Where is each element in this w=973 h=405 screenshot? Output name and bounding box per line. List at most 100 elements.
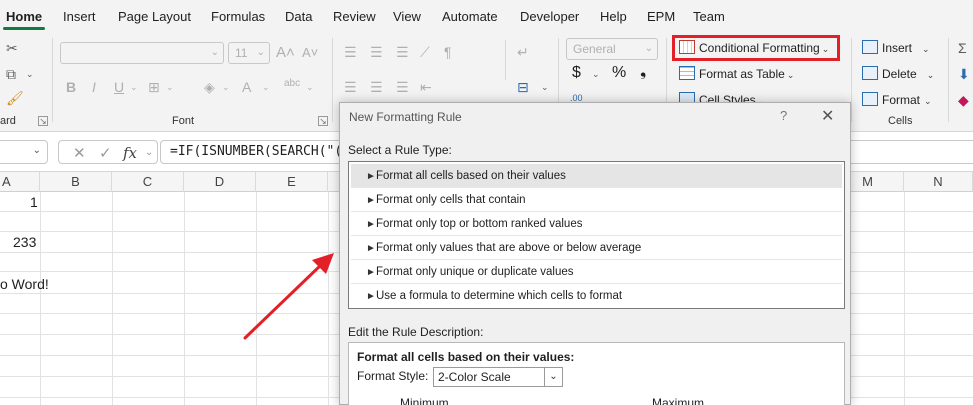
rule-description-title: Format all cells based on their values: [357,350,575,364]
tab-automate[interactable]: Automate [442,9,498,24]
number-format-value: General [573,42,616,56]
format-style-dropdown[interactable]: 2-Color Scale ⌄ [433,367,563,387]
cut-icon[interactable]: ✂ [6,40,18,56]
fill-color-chevron-icon[interactable]: ⌄ [222,79,230,95]
autosum-icon[interactable]: Σ [958,40,967,56]
close-icon[interactable]: ✕ [821,106,834,126]
currency-icon[interactable]: $ [572,65,581,81]
merge-center-icon[interactable]: ⊟ [517,79,529,95]
rule-description-panel: Format all cells based on their values: … [348,342,845,405]
column-header-c[interactable]: C [112,172,184,192]
name-box[interactable]: ⌄ [0,140,48,164]
tab-home[interactable]: Home [6,9,42,24]
format-cells-button[interactable]: Format ⌄ [862,92,932,109]
tab-view[interactable]: View [393,9,421,24]
font-size-dropdown[interactable]: 11 ⌄ [228,42,270,64]
clipboard-launcher-icon[interactable]: ↘ [38,116,48,126]
tab-data[interactable]: Data [285,9,312,24]
percent-icon[interactable]: % [612,65,626,81]
align-left-icon[interactable]: ☰ [344,79,357,95]
cell-a5[interactable]: o Word! [0,276,49,292]
font-launcher-icon[interactable]: ↘ [318,116,328,126]
middle-align-icon[interactable]: ☰ [370,44,383,60]
orientation-icon[interactable]: ⟋ [420,44,430,60]
decrease-font-icon[interactable]: A˅ [302,45,318,61]
help-icon[interactable]: ? [780,108,787,123]
fill-color-icon[interactable]: ◈ [204,79,215,95]
rule-type-item-use-formula[interactable]: ►Use a formula to determine which cells … [351,284,842,308]
column-header-a[interactable]: A [0,172,40,192]
tab-page-layout[interactable]: Page Layout [118,9,191,24]
tab-insert[interactable]: Insert [63,9,96,24]
insert-cells-button[interactable]: Insert ⌄ [862,40,930,57]
tab-help[interactable]: Help [600,9,627,24]
insert-cells-icon [862,40,878,54]
text-direction-icon[interactable]: ¶ [444,44,452,60]
clear-icon[interactable]: ◆ [958,92,969,108]
underline-dropdown-chevron-icon[interactable]: ⌄ [130,79,138,95]
tab-formulas[interactable]: Formulas [211,9,265,24]
top-align-icon[interactable]: ☰ [344,44,357,60]
tab-team[interactable]: Team [693,9,725,24]
column-header-d[interactable]: D [184,172,256,192]
format-cells-icon [862,92,878,106]
tab-epm[interactable]: EPM [647,9,675,24]
font-name-dropdown[interactable]: ⌄ [60,42,224,64]
rule-type-item-cells-that-contain[interactable]: ►Format only cells that contain [351,188,842,212]
font-color-icon[interactable]: A [242,79,251,95]
rule-type-label: Format only values that are above or bel… [376,242,642,254]
rule-type-item-above-below-average[interactable]: ►Format only values that are above or be… [351,236,842,260]
wrap-text-icon[interactable]: ↵ [517,44,529,60]
bottom-align-icon[interactable]: ☰ [396,44,409,60]
format-as-table-button[interactable]: Format as Table ⌄ [679,66,794,83]
bold-icon[interactable]: B [66,79,76,95]
arrow-bullet-icon: ► [366,171,376,182]
increase-font-icon[interactable]: A˄ [276,45,295,61]
rule-type-label: Format all cells based on their values [376,170,566,182]
fill-icon[interactable]: ⬇ [958,66,970,82]
rule-type-item-unique-duplicate[interactable]: ►Format only unique or duplicate values [351,260,842,284]
format-painter-icon[interactable]: 🖌 [6,90,24,106]
borders-dropdown-chevron-icon[interactable]: ⌄ [166,79,174,95]
minimum-label: Minimum [400,396,449,405]
function-chevron-icon[interactable]: ⌄ [145,147,153,158]
cell-a1[interactable]: 1 [30,194,38,210]
formula-text: =IF(ISNUMBER(SEARCH("( [170,144,343,159]
chevron-down-icon[interactable]: ⌄ [544,368,562,386]
column-header-e[interactable]: E [256,172,328,192]
arrow-bullet-icon: ► [366,291,376,302]
rule-type-item-all-cells[interactable]: ►Format all cells based on their values [351,164,842,188]
tab-review[interactable]: Review [333,9,376,24]
delete-cells-button[interactable]: Delete ⌄ [862,66,934,83]
rule-type-label: Format only cells that contain [376,194,526,206]
cell-a3[interactable]: 233 [13,234,36,250]
column-header-n[interactable]: N [904,172,973,192]
font-group-label: Font [172,115,195,127]
align-right-icon[interactable]: ☰ [396,79,409,95]
phonetic-chevron-icon[interactable]: ⌄ [306,79,314,95]
font-color-chevron-icon[interactable]: ⌄ [262,79,270,95]
number-format-dropdown[interactable]: General ⌄ [566,38,658,60]
format-style-value: 2-Color Scale [438,370,511,384]
copy-dropdown-chevron-icon[interactable]: ⌄ [26,66,34,82]
italic-icon[interactable]: I [92,79,96,95]
format-as-table-icon [679,66,695,80]
confirm-entry-icon[interactable]: ✓ [99,144,112,162]
insert-function-icon[interactable]: fx [123,144,137,162]
cancel-entry-icon[interactable]: ✕ [73,144,86,162]
tab-developer[interactable]: Developer [520,9,579,24]
rule-type-item-top-bottom[interactable]: ►Format only top or bottom ranked values [351,212,842,236]
borders-icon[interactable]: ⊞ [148,79,160,95]
comma-style-icon[interactable]: ❟ [640,64,646,80]
decrease-indent-icon[interactable]: ⇤ [420,79,432,95]
name-box-chevron-icon[interactable]: ⌄ [33,145,41,156]
merge-chevron-icon[interactable]: ⌄ [541,79,549,95]
column-header-b[interactable]: B [40,172,112,192]
currency-chevron-icon[interactable]: ⌄ [592,66,600,82]
rule-type-label: Use a formula to determine which cells t… [376,290,623,302]
phonetic-guide-icon[interactable]: abc [284,76,300,92]
copy-icon[interactable]: ⧉ [6,66,16,82]
format-style-label: Format Style: [357,369,429,383]
align-center-icon[interactable]: ☰ [370,79,383,95]
underline-icon[interactable]: U [114,79,124,95]
